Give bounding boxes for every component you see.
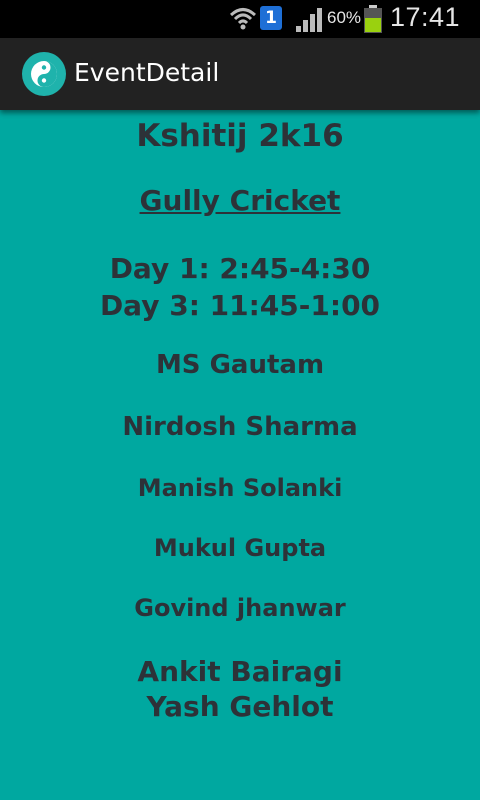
- coordinator-name: Mukul Gupta: [153, 534, 327, 562]
- coordinator-name: Nirdosh Sharma: [122, 412, 358, 442]
- event-name: Gully Cricket: [139, 184, 341, 217]
- yin-yang-icon: [31, 61, 57, 87]
- schedule-day-1: Day 1: 2:45-4:30: [109, 252, 371, 285]
- action-bar: EventDetail: [0, 38, 480, 110]
- schedule-day-3: Day 3: 11:45-1:00: [99, 289, 381, 322]
- fest-name: Kshitij 2k16: [136, 118, 344, 154]
- coordinator-name: Yash Gehlot: [146, 690, 334, 723]
- event-detail-content: Kshitij 2k16 Gully Cricket Day 1: 2:45-4…: [0, 110, 480, 800]
- battery-icon: [364, 5, 382, 33]
- notification-icon: 1: [260, 6, 282, 30]
- coordinator-name: MS Gautam: [155, 350, 325, 380]
- event-schedule: Day 1: 2:45-4:30 Day 3: 11:45-1:00: [0, 250, 480, 324]
- battery-percent: 60%: [327, 8, 362, 27]
- coordinator-group: Ankit Bairagi Yash Gehlot: [0, 654, 480, 724]
- wifi-icon: [229, 8, 257, 30]
- coordinator-name: Govind jhanwar: [134, 594, 346, 622]
- app-icon[interactable]: [22, 52, 66, 96]
- coordinator-name: Ankit Bairagi: [137, 655, 343, 688]
- status-bar: 1 60% 17:41: [0, 0, 480, 38]
- signal-icon: [296, 8, 322, 32]
- screen: 1 60% 17:41 EventDetail Kshitij 2k16 Gul…: [0, 0, 480, 800]
- action-bar-title: EventDetail: [74, 58, 220, 87]
- status-clock: 17:41: [390, 2, 461, 32]
- coordinator-name: Manish Solanki: [137, 474, 343, 502]
